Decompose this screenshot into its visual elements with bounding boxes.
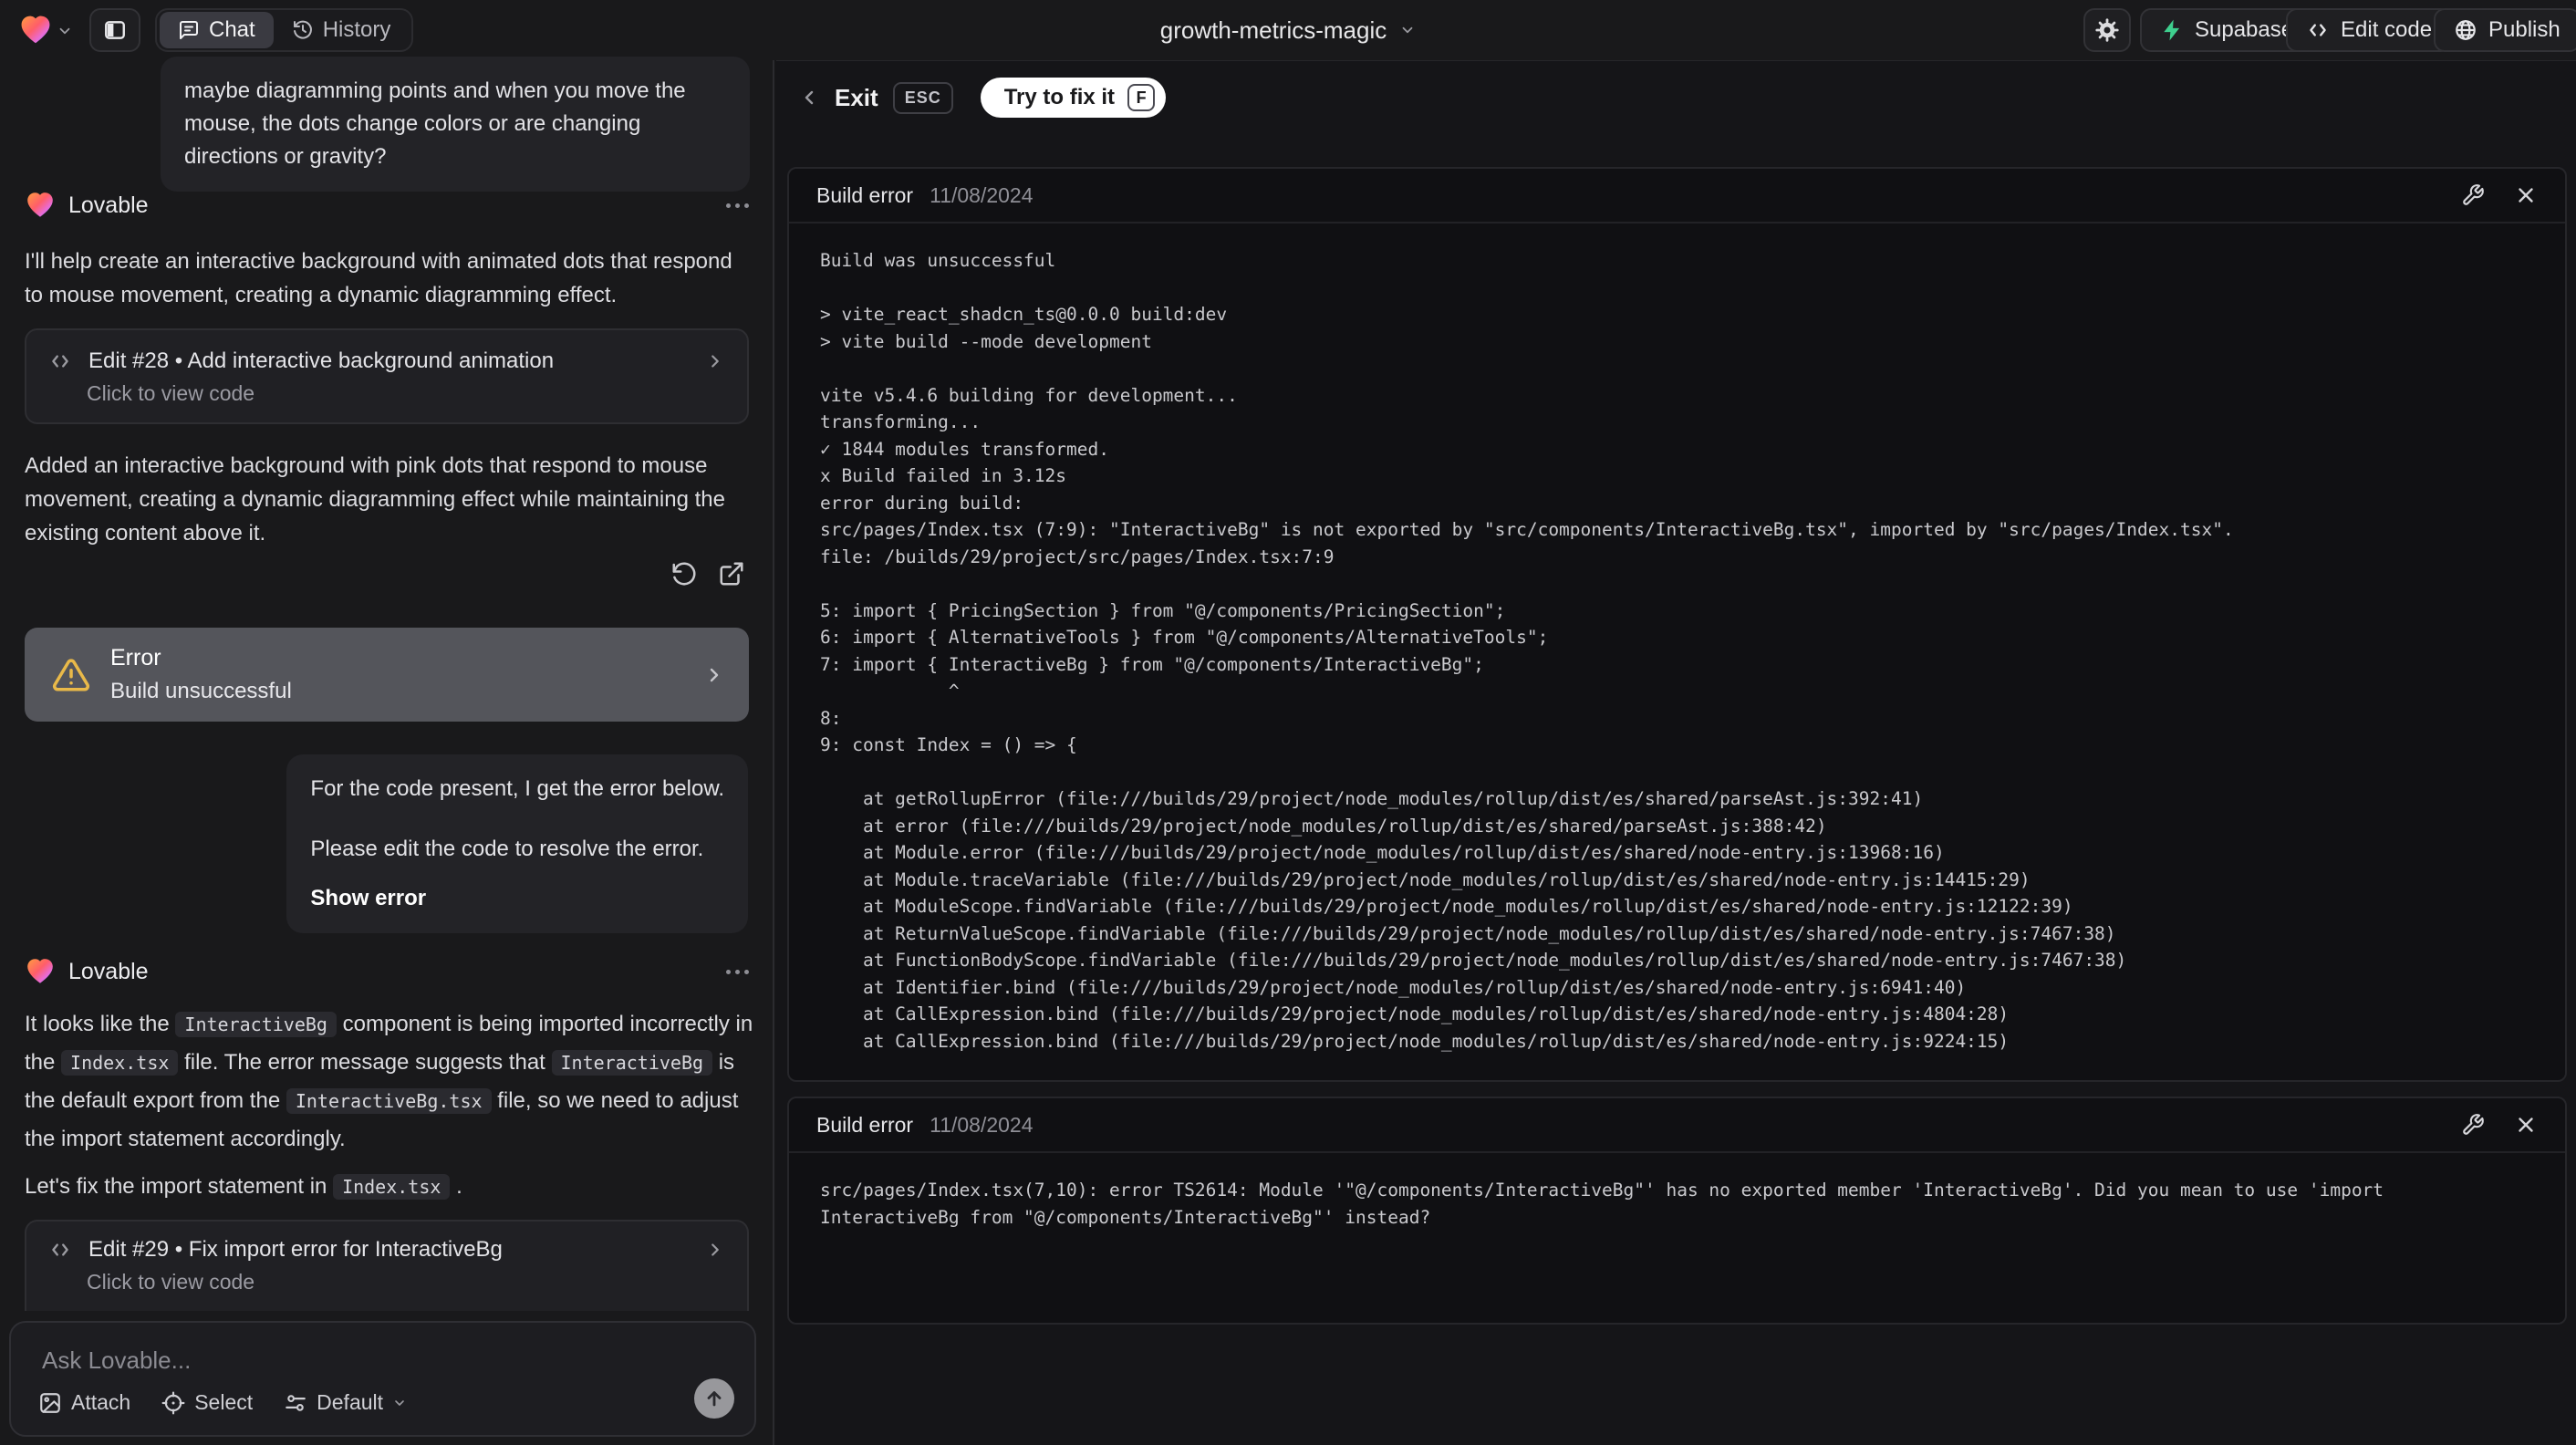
assistant-header: Lovable bbox=[25, 956, 749, 987]
show-error-link[interactable]: Show error bbox=[310, 882, 724, 915]
assistant-header: Lovable bbox=[25, 190, 749, 221]
sliders-icon bbox=[284, 1391, 307, 1415]
settings-button[interactable] bbox=[2083, 8, 2131, 52]
panel-left-icon bbox=[103, 18, 127, 42]
chat-input[interactable] bbox=[42, 1346, 717, 1388]
chevron-right-icon bbox=[705, 351, 725, 371]
wrench-icon[interactable] bbox=[2461, 183, 2485, 207]
close-icon[interactable] bbox=[2514, 183, 2538, 207]
error-card-subtitle: Build unsuccessful bbox=[110, 679, 292, 703]
try-to-fix-button[interactable]: Try to fix it F bbox=[980, 78, 1167, 118]
attach-image-icon bbox=[38, 1391, 62, 1415]
edit-card-28[interactable]: Edit #28 • Add interactive background an… bbox=[25, 328, 749, 424]
edit-card-title: Edit #28 • Add interactive background an… bbox=[88, 348, 555, 373]
assistant-summary-text: Added an interactive background with pin… bbox=[25, 453, 725, 546]
build-error-card-2: Build error 11/08/2024 src/pages/Index.t… bbox=[787, 1097, 2567, 1325]
chat-bubble-icon bbox=[178, 19, 200, 41]
select-label: Select bbox=[194, 1390, 254, 1414]
message-actions bbox=[670, 560, 745, 587]
exit-button[interactable]: Exit bbox=[835, 84, 878, 112]
edit-code-label: Edit code bbox=[2341, 17, 2433, 42]
build-error-title: Build error bbox=[816, 182, 914, 207]
chat-history-tabs: Chat History bbox=[155, 8, 414, 52]
edit-card-29[interactable]: Edit #29 • Fix import error for Interact… bbox=[25, 1220, 749, 1311]
build-error-log: src/pages/Index.tsx(7,10): error TS2614:… bbox=[820, 1180, 2384, 1228]
open-in-new-icon[interactable] bbox=[718, 560, 745, 587]
attach-label: Attach bbox=[71, 1390, 131, 1414]
warning-triangle-icon bbox=[52, 656, 90, 694]
globe-icon bbox=[2454, 18, 2477, 42]
assistant-fix-text-2: Let's fix the import statement in Index.… bbox=[25, 1174, 462, 1200]
user-message-line: Please edit the code to resolve the erro… bbox=[310, 837, 704, 861]
user-message-text: maybe diagramming points and when you mo… bbox=[184, 78, 686, 169]
chevron-right-icon bbox=[705, 1240, 725, 1260]
build-error-date: 11/08/2024 bbox=[930, 1112, 1034, 1137]
supabase-label: Supabase bbox=[2195, 17, 2294, 42]
build-error-card-header: Build error 11/08/2024 bbox=[789, 1098, 2565, 1153]
edit-card-subtitle: Click to view code bbox=[87, 381, 255, 405]
esc-key-badge: ESC bbox=[892, 81, 953, 114]
user-message: maybe diagramming points and when you mo… bbox=[161, 57, 750, 192]
tab-history-label: History bbox=[322, 17, 391, 42]
tab-chat[interactable]: Chat bbox=[160, 12, 274, 48]
chevron-left-icon[interactable] bbox=[798, 87, 820, 109]
user-message-line: For the code present, I get the error be… bbox=[310, 776, 724, 801]
chevron-down-icon bbox=[392, 1396, 407, 1410]
build-error-log: Build was unsuccessful > vite_react_shad… bbox=[820, 250, 2234, 1052]
lovable-avatar-heart-icon bbox=[25, 190, 56, 221]
error-viewer-toolbar: Exit ESC Try to fix it F bbox=[798, 78, 1167, 118]
project-chevron-down-icon[interactable] bbox=[1399, 22, 1416, 38]
attach-button[interactable]: Attach bbox=[38, 1390, 130, 1415]
tab-history[interactable]: History bbox=[274, 12, 410, 48]
top-bar: Chat History growth-metrics-magic Supaba… bbox=[0, 0, 2576, 60]
tab-chat-label: Chat bbox=[209, 17, 255, 42]
edit-card-subtitle: Click to view code bbox=[87, 1270, 255, 1294]
edit-card-title: Edit #29 • Fix import error for Interact… bbox=[88, 1237, 503, 1262]
code-brackets-icon bbox=[48, 349, 72, 373]
project-name[interactable]: growth-metrics-magic bbox=[1160, 16, 1387, 45]
publish-button[interactable]: Publish bbox=[2434, 8, 2576, 52]
message-more-menu-icon[interactable] bbox=[726, 203, 749, 208]
error-card-title: Error bbox=[110, 645, 161, 671]
assistant-fix-text: It looks like the InteractiveBg componen… bbox=[25, 1012, 753, 1151]
mode-dropdown[interactable]: Default bbox=[284, 1390, 407, 1415]
lovable-avatar-heart-icon bbox=[25, 956, 56, 987]
logo-menu-chevron-down-icon[interactable] bbox=[57, 23, 73, 39]
build-error-card-header: Build error 11/08/2024 bbox=[789, 169, 2565, 224]
gear-icon bbox=[2094, 17, 2120, 43]
fix-key-badge: F bbox=[1127, 84, 1156, 111]
assistant-name: Lovable bbox=[68, 958, 149, 984]
try-to-fix-label: Try to fix it bbox=[1003, 85, 1116, 109]
sidebar-toggle-button[interactable] bbox=[89, 8, 140, 52]
publish-label: Publish bbox=[2488, 17, 2560, 42]
chat-composer: Attach Select Default bbox=[9, 1321, 756, 1437]
lovable-logo-heart-icon[interactable] bbox=[18, 13, 53, 47]
code-brackets-icon bbox=[2306, 18, 2330, 42]
assistant-intro-text: I'll help create an interactive backgrou… bbox=[25, 249, 732, 307]
code-brackets-icon bbox=[48, 1238, 72, 1262]
build-error-card-1: Build error 11/08/2024 Build was unsucce… bbox=[787, 167, 2567, 1082]
history-clock-icon bbox=[292, 19, 314, 41]
wrench-icon[interactable] bbox=[2461, 1113, 2485, 1137]
assistant-name: Lovable bbox=[68, 192, 149, 218]
build-error-date: 11/08/2024 bbox=[930, 182, 1034, 207]
user-message: For the code present, I get the error be… bbox=[286, 754, 748, 933]
error-viewer-panel: Exit ESC Try to fix it F Build error 11/… bbox=[776, 60, 2576, 1445]
close-icon[interactable] bbox=[2514, 1113, 2538, 1137]
arrow-up-icon bbox=[703, 1388, 725, 1409]
crosshair-icon bbox=[161, 1391, 185, 1415]
chevron-right-icon bbox=[703, 664, 725, 686]
send-button[interactable] bbox=[694, 1378, 734, 1419]
supabase-bolt-icon bbox=[2160, 18, 2184, 42]
mode-label: Default bbox=[317, 1390, 384, 1414]
refresh-icon[interactable] bbox=[670, 560, 698, 587]
edit-code-button[interactable]: Edit code bbox=[2286, 8, 2453, 52]
message-more-menu-icon[interactable] bbox=[726, 969, 749, 974]
build-error-title: Build error bbox=[816, 1112, 914, 1137]
select-button[interactable]: Select bbox=[161, 1390, 253, 1415]
build-error-summary-card[interactable]: Error Build unsuccessful bbox=[25, 628, 749, 722]
